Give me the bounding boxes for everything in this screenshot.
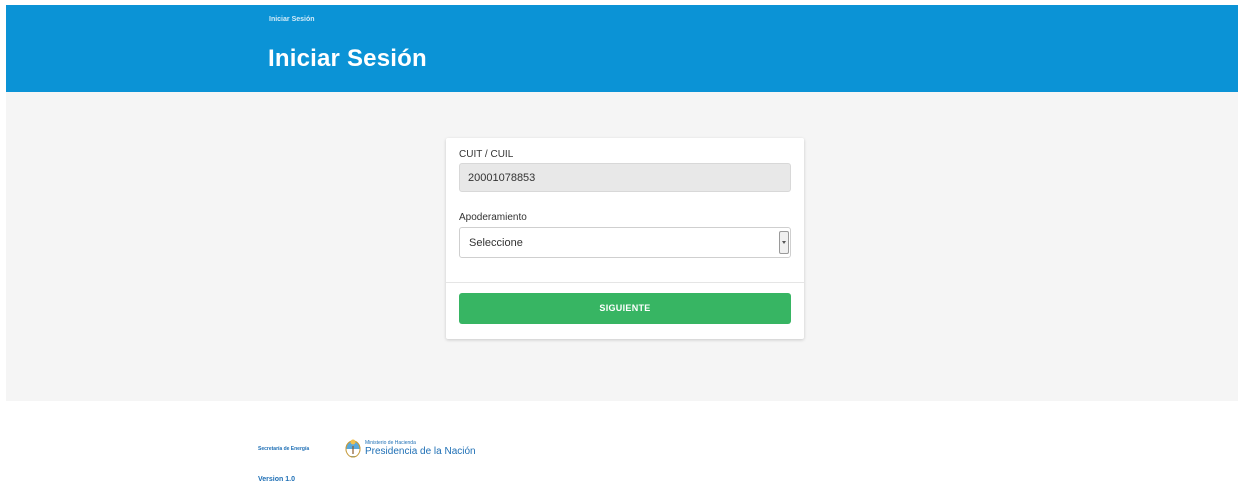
- chevron-down-icon[interactable]: [779, 231, 789, 254]
- argentina-emblem-icon: [345, 439, 361, 458]
- page-header: Iniciar Sesión Iniciar Sesión: [6, 5, 1238, 92]
- apoderamiento-label: Apoderamiento: [459, 212, 527, 223]
- version-label: Version 1.0: [258, 476, 295, 483]
- page-title: Iniciar Sesión: [268, 45, 427, 72]
- login-card: CUIT / CUIL Apoderamiento Seleccione SIG…: [446, 138, 804, 339]
- cuit-field[interactable]: [459, 163, 791, 192]
- secretaria-energia-logo-text: Secretaría de Energía: [258, 446, 310, 452]
- apoderamiento-select[interactable]: Seleccione: [459, 227, 791, 258]
- presidencia-text: Presidencia de la Nación: [365, 446, 476, 457]
- breadcrumb[interactable]: Iniciar Sesión: [269, 16, 315, 23]
- siguiente-button[interactable]: SIGUIENTE: [459, 293, 791, 324]
- card-divider: [446, 282, 804, 283]
- apoderamiento-selected-value: Seleccione: [469, 237, 523, 249]
- cuit-label: CUIT / CUIL: [459, 149, 514, 160]
